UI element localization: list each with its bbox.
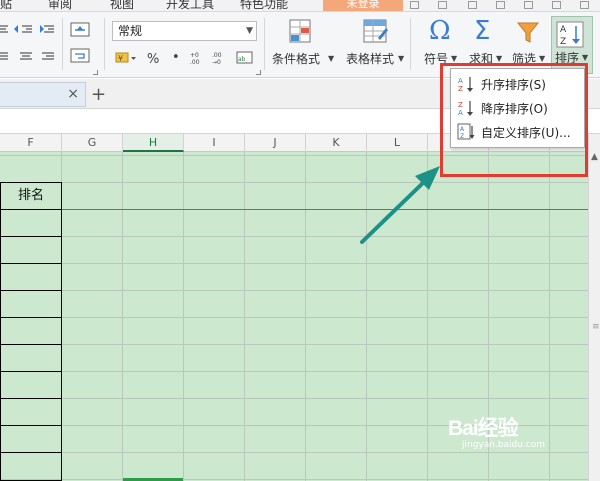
menu-item-developer[interactable]: 开发工具 (166, 0, 214, 11)
grid-line (0, 182, 588, 183)
watermark-logo: Bai经验 (448, 417, 519, 440)
skin-icon[interactable] (438, 1, 447, 9)
chevron-down-icon[interactable]: ▼ (496, 54, 502, 63)
svg-text:ab: ab (238, 56, 246, 63)
grid-line (0, 290, 588, 291)
omega-icon[interactable]: Ω (429, 16, 451, 46)
chevron-down-icon[interactable]: ▼ (398, 54, 404, 63)
chevron-down-icon[interactable]: ▼ (328, 54, 334, 63)
rank-cell[interactable] (0, 264, 62, 291)
grid-line (0, 452, 588, 453)
svg-text:.00: .00 (190, 59, 200, 66)
active-row-line (0, 209, 588, 210)
svg-text:¥: ¥ (118, 54, 123, 63)
restore-icon[interactable] (410, 1, 419, 9)
rank-cell[interactable] (0, 372, 62, 399)
wrap-text-icon[interactable] (70, 48, 92, 64)
chevron-down-icon: ▼ (246, 26, 253, 36)
chevron-down-icon[interactable]: ▼ (539, 54, 545, 63)
maximize-icon[interactable] (552, 1, 561, 9)
convert-format-icon[interactable]: ab (236, 50, 254, 66)
watermark-url: jingyan.baidu.com (462, 440, 546, 450)
menu-item-start[interactable]: 贴 (0, 0, 12, 11)
column-header-g[interactable]: G (62, 134, 123, 152)
rank-cell[interactable] (0, 426, 62, 453)
column-header-h[interactable]: H (123, 134, 184, 152)
filter-icon[interactable] (516, 20, 540, 46)
grid-line (0, 344, 588, 345)
menu-item-view[interactable]: 视图 (110, 0, 134, 11)
rank-cell[interactable] (0, 237, 62, 264)
feedback-icon[interactable] (468, 1, 477, 9)
grid-line (0, 317, 588, 318)
menu-bar: 贴 审阅 视图 开发工具 特色功能 未登录 (0, 0, 600, 12)
svg-text:.00: .00 (212, 52, 222, 59)
close-window-icon[interactable] (580, 1, 589, 9)
svg-text:A: A (560, 25, 567, 35)
number-format-value: 常规 (118, 24, 143, 38)
sigma-icon[interactable]: Σ (474, 16, 490, 46)
column-header-f[interactable]: F (0, 134, 62, 152)
separator (104, 18, 105, 70)
decrease-decimal-icon[interactable]: .00 →0 (212, 50, 232, 66)
sort-az-icon: A Z (556, 21, 584, 48)
svg-text:+0: +0 (190, 52, 199, 59)
chevron-down-icon[interactable]: ▼ (451, 54, 457, 63)
rank-cell[interactable] (0, 210, 62, 237)
add-tab-icon[interactable]: + (91, 84, 106, 105)
svg-text:→0: →0 (212, 59, 221, 66)
close-icon[interactable]: × (67, 86, 79, 102)
grid-line (0, 479, 588, 480)
menu-item-features[interactable]: 特色功能 (240, 0, 288, 11)
svg-text:Z: Z (560, 37, 566, 47)
scroll-grip-icon[interactable]: ≡ (592, 322, 600, 332)
table-style-label[interactable]: 表格样式 (346, 50, 394, 67)
rank-cell[interactable] (0, 399, 62, 426)
number-launcher-icon[interactable] (256, 70, 261, 75)
vertical-scrollbar[interactable]: ▲ ≡ (588, 134, 600, 481)
grid-line (0, 398, 588, 399)
merge-center-icon[interactable] (70, 22, 92, 38)
highlight-box (440, 63, 588, 177)
minimize-icon[interactable] (524, 1, 533, 9)
grid-line (0, 371, 588, 372)
login-button[interactable]: 未登录 (323, 0, 403, 11)
column-header-k[interactable]: K (306, 134, 367, 152)
table-style-icon[interactable] (362, 18, 390, 46)
watermark: Bai经验 jingyan.baidu.com (448, 412, 545, 450)
separator (410, 18, 411, 70)
scroll-up-icon[interactable]: ▲ (591, 152, 598, 162)
alignment-group (0, 25, 54, 60)
chevron-down-icon: ▼ (582, 53, 589, 62)
column-header-l[interactable]: L (367, 134, 428, 152)
currency-icon[interactable]: ¥ (114, 50, 138, 66)
column-header-j[interactable]: J (245, 134, 306, 152)
rank-header-cell[interactable]: 排名 (0, 182, 62, 210)
help-icon[interactable] (496, 1, 505, 9)
conditional-format-label[interactable]: 条件格式 (272, 50, 320, 67)
separator (264, 18, 265, 70)
grid-line (0, 236, 588, 237)
document-tab[interactable]: × (0, 82, 86, 107)
column-header-i[interactable]: I (184, 134, 245, 152)
alignment-launcher-icon[interactable] (93, 70, 98, 75)
percent-button[interactable]: % (147, 52, 159, 67)
separator (62, 18, 63, 70)
rank-cell[interactable] (0, 291, 62, 318)
number-format-select[interactable]: 常规 ▼ (112, 21, 257, 41)
increase-decimal-icon[interactable]: +0 .00 (190, 50, 210, 66)
comma-button[interactable]: • (172, 50, 180, 65)
grid-line (0, 263, 588, 264)
rank-cell[interactable] (0, 345, 62, 372)
rank-cell[interactable] (0, 453, 62, 481)
menu-item-review[interactable]: 审阅 (48, 0, 72, 11)
rank-cell[interactable] (0, 318, 62, 345)
conditional-format-icon[interactable] (288, 18, 314, 46)
rank-column: 排名 (0, 182, 62, 481)
